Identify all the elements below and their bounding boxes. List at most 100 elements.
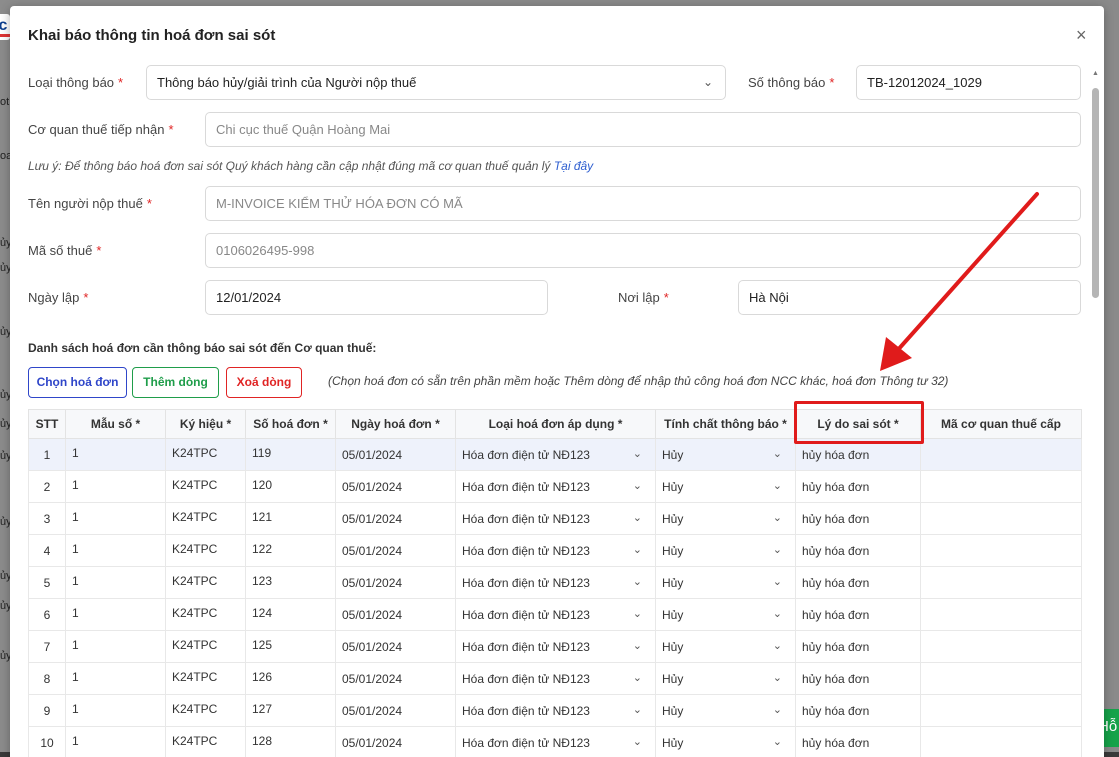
chevron-down-icon[interactable]: ⌄	[633, 735, 642, 748]
scroll-up-icon[interactable]: ▲	[1092, 70, 1099, 77]
cell-stt[interactable]: 8	[28, 662, 66, 695]
cell-invoice-type[interactable]: Hóa đơn điện tử NĐ123 ⌄	[455, 566, 656, 599]
chevron-down-icon[interactable]: ⌄	[633, 511, 642, 524]
cell-invoice-number[interactable]: 125	[245, 630, 336, 663]
cell-error-reason[interactable]: hủy hóa đơn	[795, 726, 921, 757]
chevron-down-icon[interactable]: ⌄	[773, 703, 782, 716]
cell-invoice-number[interactable]: 120	[245, 470, 336, 503]
chevron-down-icon[interactable]: ⌄	[633, 703, 642, 716]
note-link[interactable]: Tại đây	[554, 159, 593, 173]
cell-invoice-type[interactable]: Hóa đơn điện tử NĐ123 ⌄	[455, 662, 656, 695]
table-row[interactable]: 9 1 K24TPC 127 05/01/2024 Hóa đơn điện tử NĐ1…	[28, 694, 1082, 727]
cell-invoice-date[interactable]: 05/01/2024	[335, 694, 456, 727]
cell-symbol[interactable]: K24TPC	[165, 694, 246, 727]
table-row[interactable]: 8 1 K24TPC 126 05/01/2024 Hóa đơn điện tử NĐ1…	[28, 662, 1082, 695]
cell-notice-nature[interactable]: Hủy ⌄	[655, 694, 796, 727]
cell-form-number[interactable]: 1	[65, 598, 166, 631]
cell-symbol[interactable]: K24TPC	[165, 470, 246, 503]
chevron-down-icon[interactable]: ⌄	[773, 511, 782, 524]
cell-invoice-date[interactable]: 05/01/2024	[335, 726, 456, 757]
place-field[interactable]: Hà Nội	[738, 280, 1081, 315]
cell-invoice-number[interactable]: 124	[245, 598, 336, 631]
cell-invoice-number[interactable]: 128	[245, 726, 336, 757]
cell-symbol[interactable]: K24TPC	[165, 566, 246, 599]
cell-invoice-number[interactable]: 121	[245, 502, 336, 535]
cell-notice-nature[interactable]: Hủy ⌄	[655, 630, 796, 663]
cell-invoice-type[interactable]: Hóa đơn điện tử NĐ123 ⌄	[455, 630, 656, 663]
cell-notice-nature[interactable]: Hủy ⌄	[655, 534, 796, 567]
chevron-down-icon[interactable]: ⌄	[633, 575, 642, 588]
delete-row-button[interactable]: Xoá dòng	[226, 367, 302, 398]
date-field[interactable]: 12/01/2024	[205, 280, 548, 315]
cell-error-reason[interactable]: hủy hóa đơn	[795, 598, 921, 631]
add-row-button[interactable]: Thêm dòng	[132, 367, 219, 398]
cell-invoice-date[interactable]: 05/01/2024	[335, 534, 456, 567]
chevron-down-icon[interactable]: ⌄	[773, 735, 782, 748]
table-row[interactable]: 2 1 K24TPC 120 05/01/2024 Hóa đơn điện tử NĐ1…	[28, 470, 1082, 503]
cell-error-reason[interactable]: hủy hóa đơn	[795, 566, 921, 599]
cell-invoice-type[interactable]: Hóa đơn điện tử NĐ123 ⌄	[455, 726, 656, 757]
chevron-down-icon[interactable]: ⌄	[633, 543, 642, 556]
cell-notice-nature[interactable]: Hủy ⌄	[655, 566, 796, 599]
chevron-down-icon[interactable]: ⌄	[633, 639, 642, 652]
cell-symbol[interactable]: K24TPC	[165, 630, 246, 663]
cell-tax-authority-code[interactable]	[920, 630, 1082, 663]
cell-invoice-date[interactable]: 05/01/2024	[335, 630, 456, 663]
cell-invoice-date[interactable]: 05/01/2024	[335, 470, 456, 503]
cell-error-reason[interactable]: hủy hóa đơn	[795, 470, 921, 503]
table-row[interactable]: 7 1 K24TPC 125 05/01/2024 Hóa đơn điện tử NĐ1…	[28, 630, 1082, 663]
choose-invoice-button[interactable]: Chọn hoá đơn	[28, 367, 127, 398]
cell-invoice-type[interactable]: Hóa đơn điện tử NĐ123 ⌄	[455, 438, 656, 471]
cell-symbol[interactable]: K24TPC	[165, 438, 246, 471]
close-icon[interactable]: ×	[1076, 25, 1087, 46]
cell-error-reason[interactable]: hủy hóa đơn	[795, 694, 921, 727]
cell-error-reason[interactable]: hủy hóa đơn	[795, 438, 921, 471]
cell-form-number[interactable]: 1	[65, 534, 166, 567]
cell-form-number[interactable]: 1	[65, 694, 166, 727]
cell-invoice-type[interactable]: Hóa đơn điện tử NĐ123 ⌄	[455, 470, 656, 503]
cell-notice-nature[interactable]: Hủy ⌄	[655, 470, 796, 503]
cell-form-number[interactable]: 1	[65, 630, 166, 663]
cell-stt[interactable]: 5	[28, 566, 66, 599]
cell-invoice-number[interactable]: 127	[245, 694, 336, 727]
tax-code-field[interactable]: 0106026495-998	[205, 233, 1081, 268]
cell-form-number[interactable]: 1	[65, 566, 166, 599]
cell-tax-authority-code[interactable]	[920, 438, 1082, 471]
cell-invoice-date[interactable]: 05/01/2024	[335, 438, 456, 471]
cell-symbol[interactable]: K24TPC	[165, 598, 246, 631]
cell-tax-authority-code[interactable]	[920, 470, 1082, 503]
cell-notice-nature[interactable]: Hủy ⌄	[655, 662, 796, 695]
cell-invoice-number[interactable]: 122	[245, 534, 336, 567]
cell-stt[interactable]: 6	[28, 598, 66, 631]
cell-tax-authority-code[interactable]	[920, 726, 1082, 757]
modal-scrollbar[interactable]	[1092, 88, 1099, 298]
table-row[interactable]: 1 1 K24TPC 119 05/01/2024 Hóa đơn điện tử NĐ1…	[28, 438, 1082, 471]
tax-office-field[interactable]: Chi cục thuế Quận Hoàng Mai	[205, 112, 1081, 147]
cell-stt[interactable]: 7	[28, 630, 66, 663]
cell-invoice-date[interactable]: 05/01/2024	[335, 662, 456, 695]
notice-type-select[interactable]: Thông báo hủy/giải trình của Người nộp t…	[146, 65, 726, 100]
table-row[interactable]: 3 1 K24TPC 121 05/01/2024 Hóa đơn điện tử NĐ1…	[28, 502, 1082, 535]
cell-invoice-type[interactable]: Hóa đơn điện tử NĐ123 ⌄	[455, 598, 656, 631]
cell-invoice-type[interactable]: Hóa đơn điện tử NĐ123 ⌄	[455, 534, 656, 567]
cell-invoice-number[interactable]: 126	[245, 662, 336, 695]
cell-stt[interactable]: 10	[28, 726, 66, 757]
chevron-down-icon[interactable]: ⌄	[633, 607, 642, 620]
cell-stt[interactable]: 2	[28, 470, 66, 503]
cell-form-number[interactable]: 1	[65, 438, 166, 471]
cell-invoice-number[interactable]: 123	[245, 566, 336, 599]
cell-tax-authority-code[interactable]	[920, 662, 1082, 695]
cell-notice-nature[interactable]: Hủy ⌄	[655, 502, 796, 535]
cell-form-number[interactable]: 1	[65, 726, 166, 757]
cell-tax-authority-code[interactable]	[920, 502, 1082, 535]
cell-stt[interactable]: 1	[28, 438, 66, 471]
chevron-down-icon[interactable]: ⌄	[773, 543, 782, 556]
cell-invoice-type[interactable]: Hóa đơn điện tử NĐ123 ⌄	[455, 694, 656, 727]
chevron-down-icon[interactable]: ⌄	[633, 671, 642, 684]
taxpayer-name-field[interactable]: M-INVOICE KIỂM THỬ HÓA ĐƠN CÓ MÃ	[205, 186, 1081, 221]
cell-error-reason[interactable]: hủy hóa đơn	[795, 630, 921, 663]
cell-invoice-date[interactable]: 05/01/2024	[335, 566, 456, 599]
cell-invoice-date[interactable]: 05/01/2024	[335, 598, 456, 631]
cell-error-reason[interactable]: hủy hóa đơn	[795, 662, 921, 695]
cell-error-reason[interactable]: hủy hóa đơn	[795, 502, 921, 535]
